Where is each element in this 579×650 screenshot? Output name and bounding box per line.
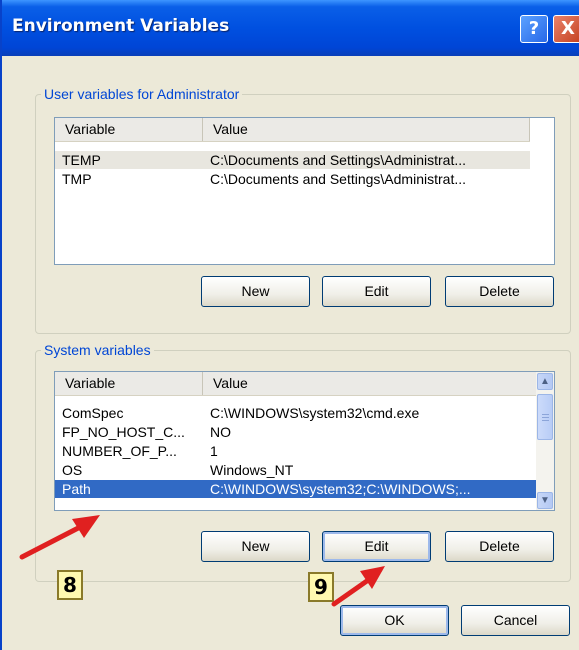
arrow-icon xyxy=(19,515,385,607)
step-8-arrow xyxy=(19,515,100,560)
step-9-arrow xyxy=(331,566,385,607)
environment-variables-dialog: Environment Variables ? X User variables… xyxy=(0,0,579,650)
